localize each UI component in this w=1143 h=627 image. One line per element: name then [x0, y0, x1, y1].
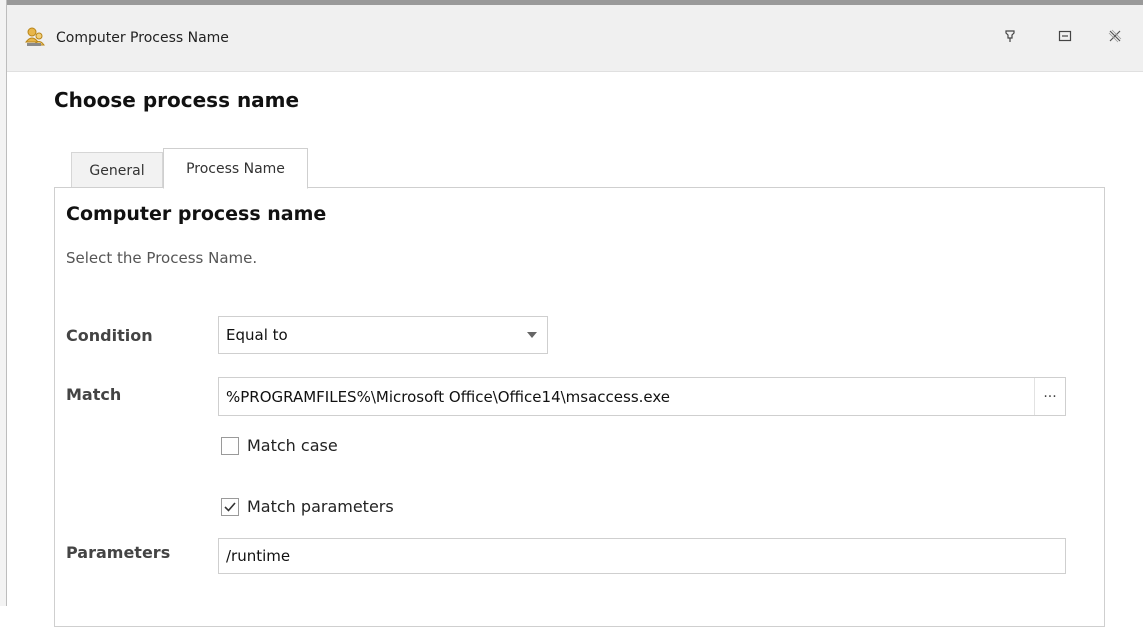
parameters-label: Parameters: [66, 543, 171, 562]
match-parameters-checkbox-row[interactable]: Match parameters: [221, 497, 394, 516]
match-label: Match: [66, 385, 122, 404]
tab-general-label: General: [89, 162, 145, 179]
match-value: %PROGRAMFILES%\Microsoft Office\Office14…: [226, 388, 671, 406]
users-process-icon: [24, 26, 46, 48]
chevron-down-icon[interactable]: [527, 332, 537, 338]
browse-button[interactable]: ···: [1034, 378, 1065, 415]
pin-icon[interactable]: [999, 25, 1021, 47]
window-left-border: [0, 0, 7, 606]
window-title: Computer Process Name: [56, 30, 229, 46]
title-bar: Computer Process Name: [7, 5, 1143, 72]
match-case-checkbox-row[interactable]: Match case: [221, 436, 338, 455]
condition-dropdown[interactable]: Equal to: [218, 316, 548, 354]
tab-process-name-label: Process Name: [186, 160, 285, 177]
section-title: Computer process name: [66, 203, 327, 225]
maximize-icon[interactable]: [1054, 25, 1076, 47]
parameters-value: /runtime: [226, 547, 291, 565]
match-parameters-checkbox[interactable]: [221, 497, 239, 516]
page-title: Choose process name: [54, 88, 300, 112]
condition-value: Equal to: [226, 326, 288, 344]
match-input[interactable]: %PROGRAMFILES%\Microsoft Office\Office14…: [218, 377, 1066, 416]
match-parameters-label: Match parameters: [247, 497, 394, 516]
tab-process-name[interactable]: Process Name: [163, 148, 308, 189]
close-icon[interactable]: [1104, 25, 1126, 47]
condition-label: Condition: [66, 326, 153, 345]
tab-general[interactable]: General: [71, 152, 163, 188]
match-case-checkbox[interactable]: [221, 436, 239, 455]
parameters-input[interactable]: /runtime: [218, 538, 1066, 574]
checkmark-icon: [224, 501, 236, 512]
section-description: Select the Process Name.: [66, 249, 258, 267]
match-case-label: Match case: [247, 436, 338, 455]
